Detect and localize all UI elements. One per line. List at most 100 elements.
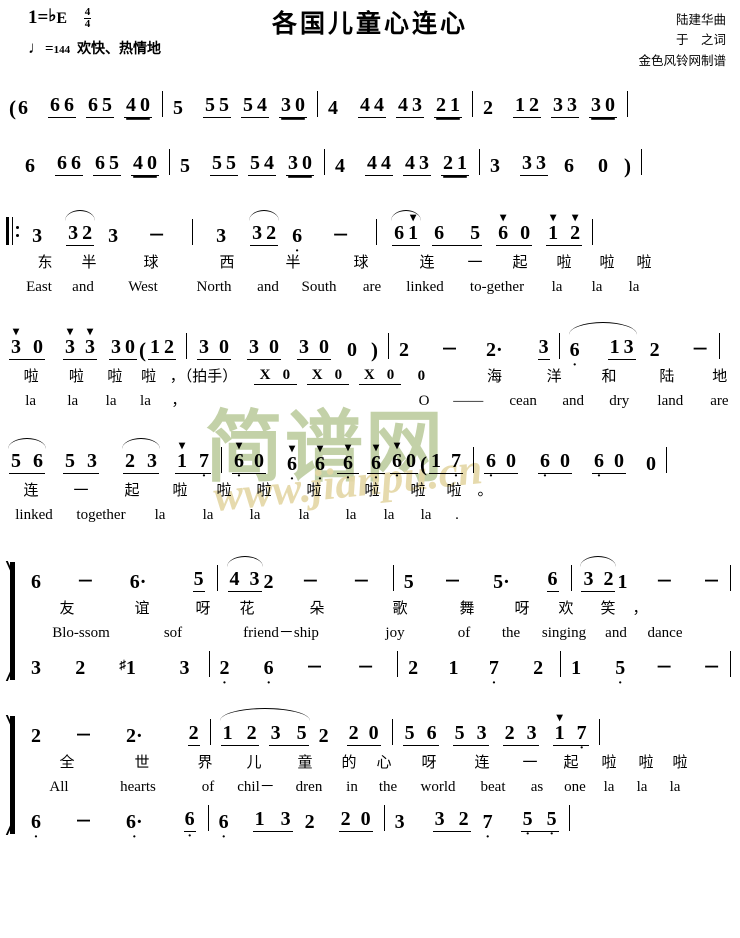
note: 2	[529, 94, 539, 116]
octave-down-dot: ·	[221, 830, 226, 845]
note: 3	[108, 225, 119, 247]
note-row: 56 53 23 1 ▾ 7 · 6 ▾ · 0 6 ▾ · 6 ▾ · 6 ▾ · 6 ▾ · 6 ▾ · 0 …	[0, 438, 740, 487]
note: 6·	[292, 225, 303, 259]
note: 3	[31, 657, 41, 679]
note: 3	[591, 94, 601, 116]
sustain-dash: －	[301, 572, 319, 591]
rest: 0	[140, 94, 150, 116]
lyric-word: in	[346, 779, 358, 795]
note: 3	[522, 152, 532, 174]
note: 6 ▾	[498, 210, 509, 244]
beam-group: 30	[589, 95, 617, 118]
lyric-row-english: linked together la la la la la la la .	[0, 499, 740, 524]
note: 6	[426, 722, 437, 744]
beam-group: 1 ▾ 7 ·	[552, 711, 589, 756]
lyric-word: world	[420, 779, 456, 795]
slur-arc	[226, 556, 263, 568]
note: 4	[126, 94, 136, 116]
beam-group: 32	[250, 222, 279, 246]
note: 3 ▾	[11, 324, 21, 358]
lyric-word: dry	[609, 393, 630, 409]
lyric-word: singing	[541, 625, 587, 641]
note: 1	[254, 808, 265, 830]
sustain-dash: －	[655, 658, 673, 677]
lyric-syllable: 一	[73, 481, 89, 499]
rest: 0	[506, 450, 516, 472]
beam-group: 32	[432, 809, 471, 832]
note: 7 ·	[451, 450, 461, 484]
lyric-syllable: 起	[124, 481, 140, 499]
rest: 0	[147, 152, 157, 174]
note: 3	[87, 450, 97, 472]
beam-group: 43	[227, 569, 262, 592]
note: 3	[68, 222, 79, 244]
note: 3	[280, 808, 291, 830]
octave-up-dot: ▾	[66, 324, 74, 338]
page-title: 各国儿童心连心	[271, 9, 468, 38]
beam-group: 44	[358, 95, 386, 118]
lyric-syllable: 心	[376, 753, 392, 771]
beam-group: 30	[279, 95, 307, 118]
barline	[730, 651, 732, 677]
credit-composer: 陆建华曲	[675, 12, 726, 27]
note: 5	[212, 152, 222, 174]
lyric-word: la	[202, 507, 214, 523]
note: 7 ·	[488, 657, 499, 691]
note: 6·	[540, 450, 550, 484]
note: 2	[82, 222, 93, 244]
paren-close: )	[624, 154, 631, 178]
lyric-syllable: 欢	[558, 599, 574, 617]
lyric-word: sof	[163, 625, 183, 641]
beam-group: 6 · 0	[592, 451, 626, 484]
note: 2	[504, 722, 515, 744]
lyric-syllable: 啦	[256, 481, 272, 499]
barline	[568, 805, 570, 831]
lyric-word: land	[657, 393, 684, 409]
beam-group: 20	[338, 809, 373, 832]
sustain-dash: －	[305, 658, 323, 677]
sheet-music-page: 简谱网 www.jianpu.cn 1=♭E 4 4 ♩=144 欢快、热情地 各…	[0, 0, 740, 938]
barline	[558, 333, 560, 359]
barline	[730, 565, 731, 591]
barline	[397, 651, 399, 677]
note: 2	[483, 97, 493, 119]
lyric-row-chinese: 连 一 起 啦 啦 啦 啦 啦 啦 啦 。	[0, 474, 740, 499]
note: 5·	[522, 808, 533, 842]
note: 2	[408, 657, 419, 679]
lyric-word: linked	[406, 279, 444, 295]
octave-up-dot: ▾	[500, 210, 507, 224]
note: 6 ▾ ·	[234, 438, 244, 484]
tempo-mood: 欢快、热情地	[77, 41, 162, 57]
note: 5	[296, 722, 307, 744]
octave-up-dot: ▾	[572, 210, 579, 224]
note: 3	[249, 336, 259, 358]
lyric-syllable: 笑	[600, 599, 616, 617]
note: 6	[394, 222, 405, 244]
lyric-word: la	[154, 507, 166, 523]
lyric-syllable: 海	[486, 367, 502, 385]
note: 6 ▾ ·	[281, 442, 303, 487]
note: 2	[649, 339, 660, 361]
barline	[473, 447, 474, 473]
lyric-word: cean	[509, 393, 537, 409]
barline	[592, 219, 594, 245]
note: 1	[150, 336, 160, 358]
beam-group: 56	[9, 451, 45, 474]
beam-group: 55	[210, 153, 238, 176]
beam-group: 12	[220, 723, 259, 746]
note: 3	[252, 222, 263, 244]
note: 2	[318, 725, 329, 747]
note: 6 · ·	[126, 811, 143, 845]
lyric-syllable: 连	[474, 753, 490, 771]
lyric-syllable: 啦	[306, 481, 322, 499]
beam-group: 1 ▾ 2 ▾	[546, 211, 583, 246]
slur-arc	[219, 708, 310, 722]
beam-group: 6 ▾ · 0	[232, 438, 266, 484]
lyric-row-chinese: 全 世 界 儿 童 的 心 呀 连 一 起 啦 啦 啦	[0, 746, 740, 771]
paren-open: (	[139, 338, 146, 362]
beam-group: 1 7 ·	[429, 450, 463, 484]
clap-sym: 0	[417, 368, 426, 384]
note: 5	[180, 155, 190, 177]
lyric-syllable: 啦	[672, 753, 688, 771]
lyric-syllable: 啦	[216, 481, 232, 499]
